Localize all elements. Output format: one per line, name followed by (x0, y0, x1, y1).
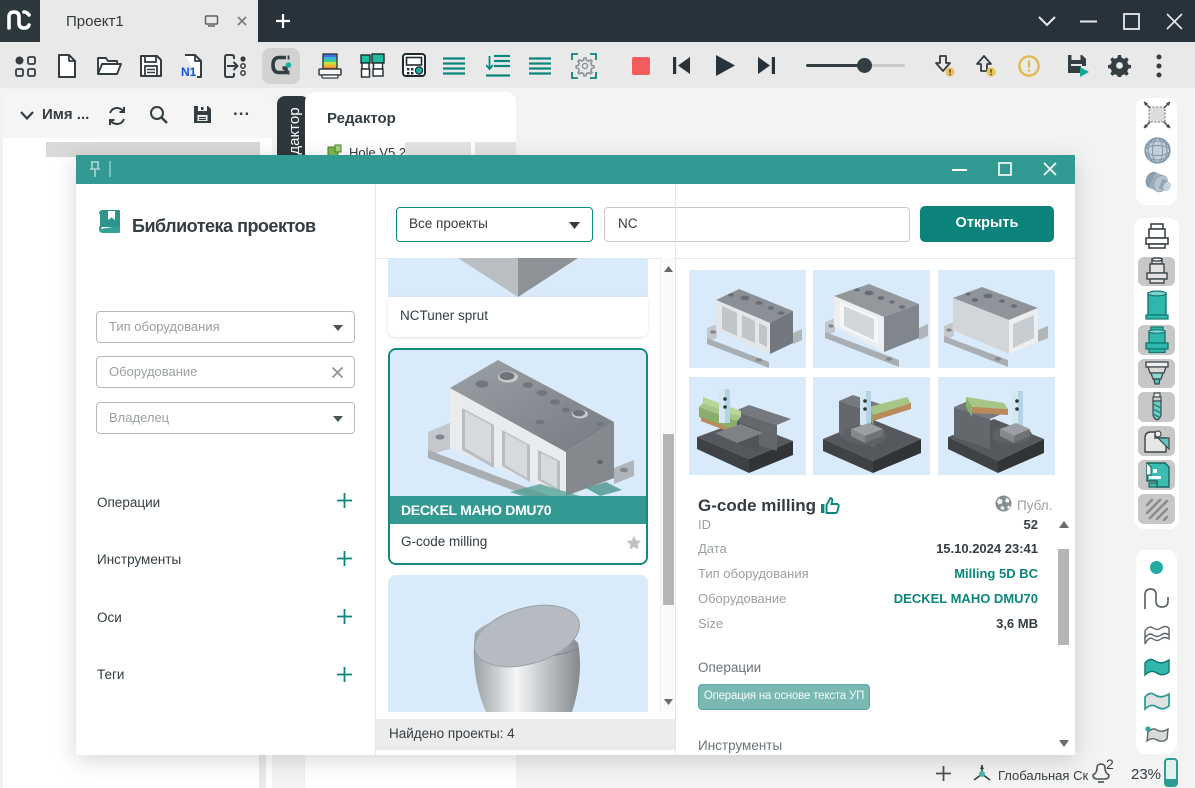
svg-text:2: 2 (1106, 759, 1114, 772)
svg-text:N1: N1 (181, 65, 197, 78)
